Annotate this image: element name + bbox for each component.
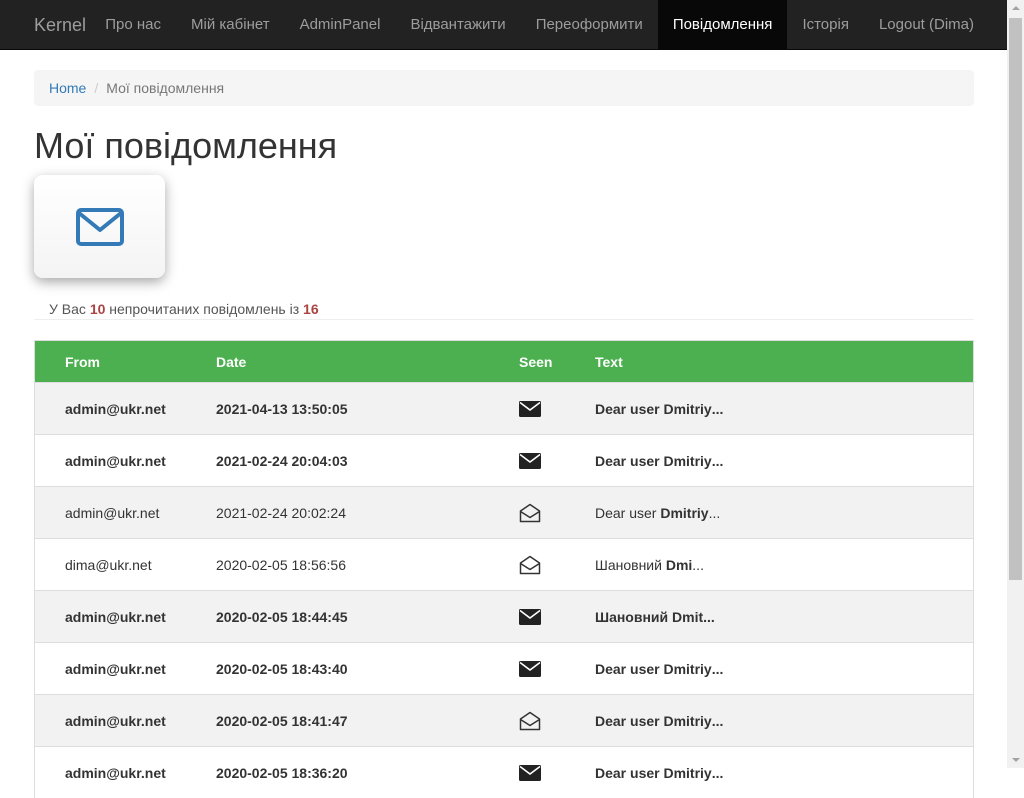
envelope-closed-icon bbox=[519, 435, 541, 486]
brand-link[interactable]: Kernel bbox=[34, 0, 86, 50]
table-row[interactable]: dima@ukr.net 2020-02-05 18:56:56 Шановний … bbox=[35, 538, 973, 590]
summary-middle: непрочитаних повідомлень із bbox=[109, 301, 300, 317]
row-date: 2021-02-24 20:04:03 bbox=[216, 452, 348, 469]
nav-item-about[interactable]: Про нас bbox=[90, 0, 176, 49]
row-date: 2020-02-05 18:44:45 bbox=[216, 608, 348, 625]
row-text: Dear user Dmitriy... bbox=[595, 747, 723, 798]
messages-table: From Date Seen Text admin@ukr.net 2021-04… bbox=[34, 340, 974, 798]
nav-item-my-cabinet[interactable]: Мій кабінет bbox=[176, 0, 285, 49]
text-prefix: Dear user bbox=[595, 452, 664, 469]
text-suffix: ... bbox=[692, 556, 704, 573]
breadcrumb-home-link[interactable]: Home bbox=[49, 80, 86, 96]
page-scrollbar[interactable] bbox=[1007, 0, 1024, 768]
nav-menu: Про нас Мій кабінет AdminPanel Відвантаж… bbox=[90, 0, 989, 49]
table-row[interactable]: admin@ukr.net 2021-04-13 13:50:05 Dear use… bbox=[35, 382, 973, 434]
row-from: admin@ukr.net bbox=[65, 452, 166, 469]
row-text: Dear user Dmitriy... bbox=[595, 695, 723, 746]
row-date: 2020-02-05 18:41:47 bbox=[216, 712, 348, 729]
row-from: admin@ukr.net bbox=[65, 660, 166, 677]
text-name: Dmitriy bbox=[663, 400, 712, 417]
text-suffix: ... bbox=[703, 608, 715, 625]
nav-item-messages[interactable]: Повідомлення bbox=[657, 0, 788, 49]
header-seen[interactable]: Seen bbox=[519, 341, 552, 382]
nav-item-history[interactable]: Історія bbox=[787, 0, 864, 49]
row-from: admin@ukr.net bbox=[65, 764, 166, 781]
scroll-down-arrow-icon[interactable] bbox=[1007, 751, 1024, 768]
page-title: Мої повідомлення bbox=[34, 125, 338, 166]
text-suffix: ... bbox=[708, 504, 721, 521]
text-prefix: Dear user bbox=[595, 764, 664, 781]
envelope-open-icon bbox=[519, 539, 541, 590]
row-text: Dear user Dmitriy... bbox=[595, 487, 720, 538]
text-name: Dmitriy bbox=[660, 504, 709, 521]
envelope-icon bbox=[76, 208, 124, 246]
text-prefix: Dear user bbox=[595, 400, 664, 417]
text-name: Dmitriy bbox=[663, 712, 712, 729]
table-row[interactable]: admin@ukr.net 2020-02-05 18:36:20 Dear use… bbox=[35, 746, 973, 798]
row-text: Dear user Dmitriy... bbox=[595, 435, 723, 486]
envelope-closed-icon bbox=[519, 383, 541, 434]
row-date: 2021-04-13 13:50:05 bbox=[216, 400, 348, 417]
breadcrumb: Home / Мої повідомлення bbox=[34, 70, 974, 106]
envelope-open-icon bbox=[519, 695, 541, 746]
text-name: Dmit bbox=[672, 608, 704, 625]
row-from: admin@ukr.net bbox=[65, 504, 160, 521]
scroll-thumb[interactable] bbox=[1009, 18, 1022, 580]
nav-item-logout[interactable]: Logout (Dima) bbox=[864, 0, 989, 49]
nav-item-reissue[interactable]: Переоформити bbox=[521, 0, 658, 49]
header-from[interactable]: From bbox=[65, 341, 100, 382]
messages-icon-card[interactable] bbox=[34, 175, 165, 278]
envelope-closed-icon bbox=[519, 747, 541, 798]
text-suffix: ... bbox=[711, 400, 724, 417]
row-from: admin@ukr.net bbox=[65, 400, 166, 417]
row-text: Шановний Dmit... bbox=[595, 591, 715, 642]
text-prefix: Шановний bbox=[595, 608, 673, 625]
text-suffix: ... bbox=[711, 712, 724, 729]
text-suffix: ... bbox=[711, 764, 724, 781]
table-row[interactable]: admin@ukr.net 2021-02-24 20:02:24 Dear use… bbox=[35, 486, 973, 538]
table-row[interactable]: admin@ukr.net 2020-02-05 18:44:45 Шановний… bbox=[35, 590, 973, 642]
header-text[interactable]: Text bbox=[595, 341, 623, 382]
top-navbar: Kernel Про нас Мій кабінет AdminPanel Ві… bbox=[0, 0, 1007, 50]
nav-item-admin-panel[interactable]: AdminPanel bbox=[285, 0, 396, 49]
row-from: admin@ukr.net bbox=[65, 712, 166, 729]
breadcrumb-separator: / bbox=[94, 80, 99, 96]
table-header: From Date Seen Text bbox=[35, 341, 973, 382]
breadcrumb-current: Мої повідомлення bbox=[106, 80, 225, 96]
text-prefix: Dear user bbox=[595, 712, 664, 729]
unread-count: 10 bbox=[89, 301, 106, 317]
text-prefix: Шановний bbox=[595, 556, 666, 573]
text-suffix: ... bbox=[711, 660, 724, 677]
text-name: Dmi bbox=[665, 556, 693, 573]
envelope-closed-icon bbox=[519, 591, 541, 642]
text-name: Dmitriy bbox=[663, 660, 712, 677]
table-row[interactable]: admin@ukr.net 2020-02-05 18:43:40 Dear use… bbox=[35, 642, 973, 694]
row-date: 2020-02-05 18:43:40 bbox=[216, 660, 348, 677]
text-prefix: Dear user bbox=[595, 504, 661, 521]
envelope-open-icon bbox=[519, 487, 541, 538]
row-from: admin@ukr.net bbox=[65, 608, 166, 625]
nav-item-ship[interactable]: Відвантажити bbox=[395, 0, 520, 49]
row-date: 2020-02-05 18:36:20 bbox=[216, 764, 348, 781]
text-name: Dmitriy bbox=[663, 452, 712, 469]
total-count: 16 bbox=[303, 301, 319, 317]
row-from: dima@ukr.net bbox=[65, 556, 152, 573]
unread-summary: У Вас 10 непрочитаних повідомлень із 16 bbox=[34, 296, 974, 320]
row-text: Dear user Dmitriy... bbox=[595, 383, 723, 434]
header-date[interactable]: Date bbox=[216, 341, 246, 382]
summary-prefix: У Вас bbox=[49, 301, 86, 317]
row-date: 2020-02-05 18:56:56 bbox=[216, 556, 346, 573]
scroll-up-arrow-icon[interactable] bbox=[1007, 0, 1024, 17]
text-prefix: Dear user bbox=[595, 660, 664, 677]
table-body: admin@ukr.net 2021-04-13 13:50:05 Dear use… bbox=[35, 382, 973, 798]
text-name: Dmitriy bbox=[663, 764, 712, 781]
text-suffix: ... bbox=[711, 452, 724, 469]
row-text: Шановний Dmi... bbox=[595, 539, 704, 590]
envelope-closed-icon bbox=[519, 643, 541, 694]
table-row[interactable]: admin@ukr.net 2021-02-24 20:04:03 Dear use… bbox=[35, 434, 973, 486]
row-date: 2021-02-24 20:02:24 bbox=[216, 504, 346, 521]
row-text: Dear user Dmitriy... bbox=[595, 643, 723, 694]
table-row[interactable]: admin@ukr.net 2020-02-05 18:41:47 Dear use… bbox=[35, 694, 973, 746]
